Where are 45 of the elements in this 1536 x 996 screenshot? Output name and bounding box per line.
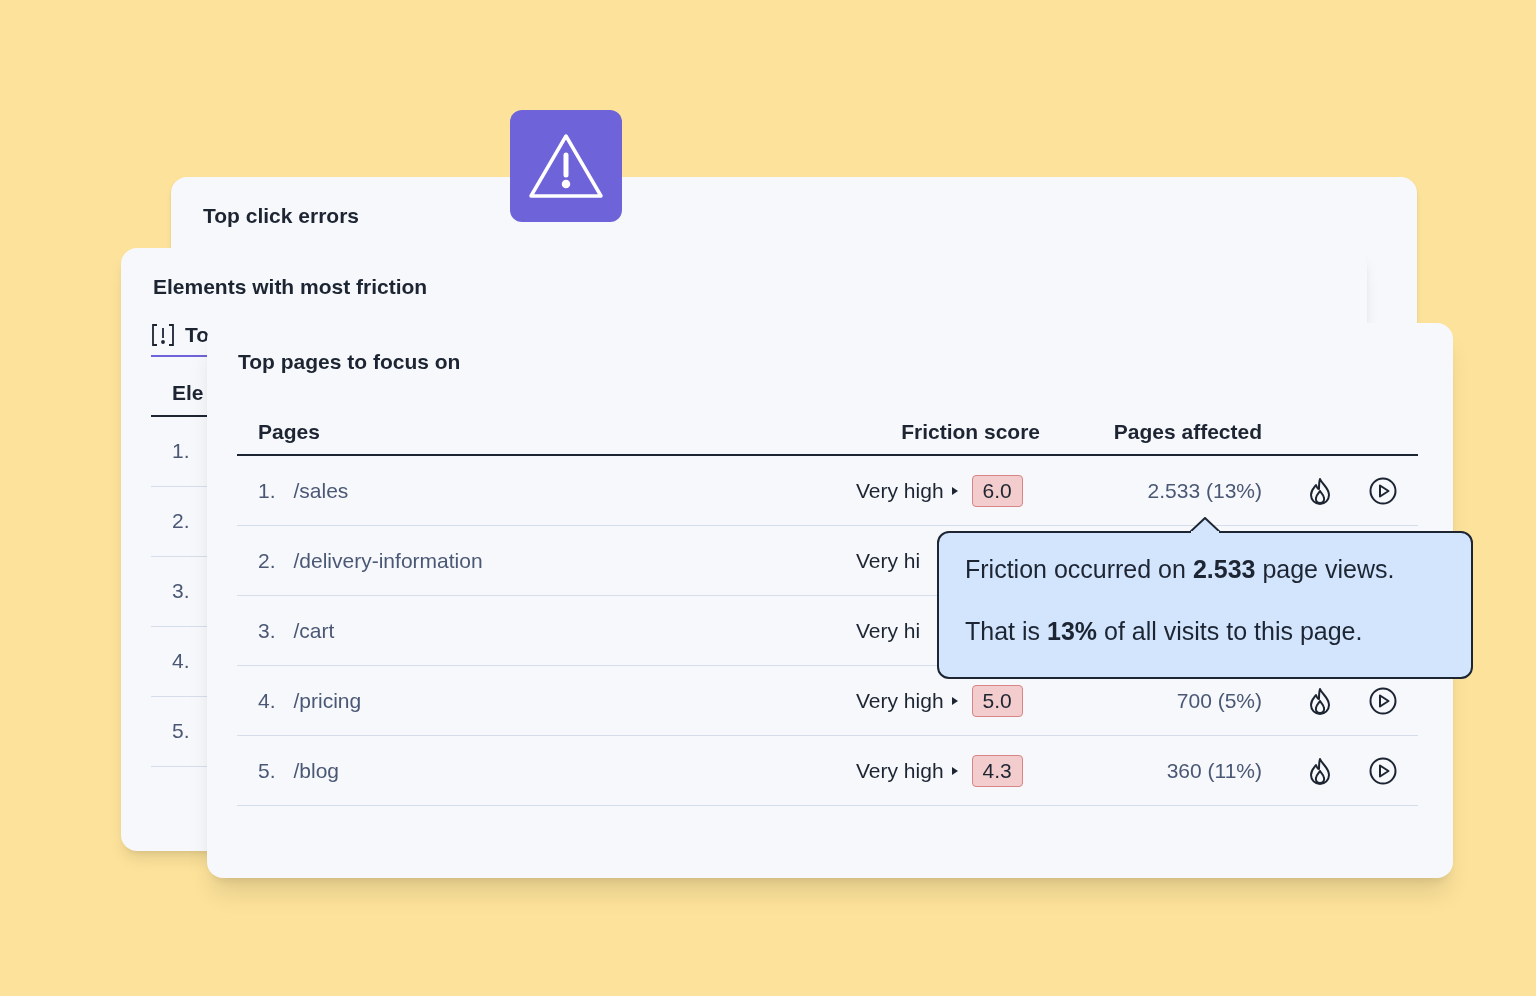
row-number: 5. [172,719,190,742]
play-icon[interactable] [1369,476,1397,505]
column-header: Pages affected [1113,419,1262,446]
flame-icon[interactable] [1308,476,1332,505]
page-path: /delivery-information [293,547,483,574]
pages-affected: 2.533 (13%) [1147,477,1262,504]
score-badge: 4.3 [971,754,1023,787]
card-title: Top pages to focus on [237,349,462,375]
friction-level: Very high [856,477,944,504]
score-badge: 5.0 [971,684,1023,717]
score-badge: 6.0 [971,474,1023,507]
card-title: Top click errors [203,203,359,229]
caret-icon [951,486,958,495]
row-number: 2. [172,509,190,532]
page-path: /cart [293,617,335,644]
warning-icon [528,133,604,199]
row-number: 2. [258,547,276,574]
tooltip-text: Friction occurred on 2.533 page views. [965,554,1396,585]
page-path: /sales [293,477,349,504]
flame-icon[interactable] [1308,756,1332,785]
play-icon[interactable] [1369,686,1397,715]
row-number: 3. [172,579,190,602]
caret-icon [951,696,958,705]
tooltip-text: That is 13% of all visits to this page. [965,616,1364,647]
alert-bracket-icon [151,323,175,347]
row-number: 1. [258,477,276,504]
friction-level: Very high [856,687,944,714]
play-icon[interactable] [1369,756,1397,785]
friction-level: Very high [856,757,944,784]
row-number: 4. [172,649,190,672]
friction-level: Very hi [856,547,921,574]
row-number: 3. [258,617,276,644]
column-header: Friction score [901,419,1040,446]
page-path: /pricing [293,687,362,714]
row-number: 4. [258,687,276,714]
caret-icon [951,766,958,775]
pages-affected: 360 (11%) [1166,757,1262,784]
card-title: Elements with most friction [152,274,429,300]
column-header: Pages [258,420,320,444]
friction-level: Very hi [856,617,921,644]
page-path: /blog [293,757,340,784]
row-number: 5. [258,757,276,784]
flame-icon[interactable] [1308,686,1332,715]
row-number: 1. [172,439,190,462]
pages-affected: 700 (5%) [1176,687,1262,714]
